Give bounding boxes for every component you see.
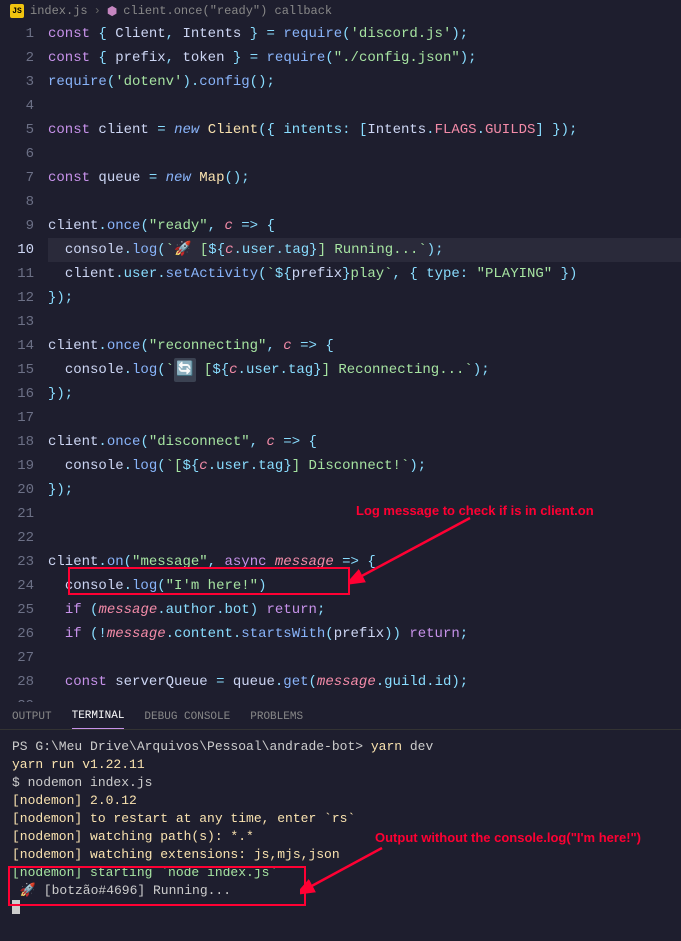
- terminal-line: $ nodemon index.js: [12, 774, 669, 792]
- code-line[interactable]: const client = new Client({ intents: [In…: [48, 118, 681, 142]
- code-line[interactable]: const queue = new Map();: [48, 166, 681, 190]
- code-line[interactable]: [48, 406, 681, 430]
- line-number: 3: [0, 70, 34, 94]
- terminal-line: PS G:\Meu Drive\Arquivos\Pessoal\andrade…: [12, 738, 669, 756]
- code-line[interactable]: const { Client, Intents } = require('dis…: [48, 22, 681, 46]
- line-number: 23: [0, 550, 34, 574]
- code-line[interactable]: [48, 502, 681, 526]
- code-line[interactable]: if (!message.content.startsWith(prefix))…: [48, 622, 681, 646]
- code-line[interactable]: client.user.setActivity(`${prefix}play`,…: [48, 262, 681, 286]
- code-line[interactable]: console.log(`[${c.user.tag}] Disconnect!…: [48, 454, 681, 478]
- code-line[interactable]: });: [48, 478, 681, 502]
- terminal-line: [nodemon] watching path(s): *.*: [12, 828, 669, 846]
- terminal-line: 🚀 [botzão#4696] Running...: [12, 882, 669, 900]
- line-number: 6: [0, 142, 34, 166]
- code-line[interactable]: [48, 190, 681, 214]
- breadcrumb-sep: ›: [94, 4, 101, 18]
- breadcrumb-file[interactable]: index.js: [30, 4, 88, 18]
- line-number: 15: [0, 358, 34, 382]
- code-line[interactable]: [48, 646, 681, 670]
- code-content[interactable]: const { Client, Intents } = require('dis…: [48, 22, 681, 702]
- line-number: 18: [0, 430, 34, 454]
- line-number: 25: [0, 598, 34, 622]
- line-number: 27: [0, 646, 34, 670]
- code-line[interactable]: require('dotenv').config();: [48, 70, 681, 94]
- code-editor[interactable]: 1234567891011121314151617181920212223242…: [0, 22, 681, 702]
- code-line[interactable]: client.once("reconnecting", c => {: [48, 334, 681, 358]
- line-number: 12: [0, 286, 34, 310]
- line-number: 19: [0, 454, 34, 478]
- code-line[interactable]: console.log("I'm here!"): [48, 574, 681, 598]
- code-line[interactable]: client.on("message", async message => {: [48, 550, 681, 574]
- code-line[interactable]: });: [48, 382, 681, 406]
- breadcrumb[interactable]: JS index.js › ⬢ client.once("ready") cal…: [0, 0, 681, 22]
- code-line[interactable]: client.once("disconnect", c => {: [48, 430, 681, 454]
- line-number-gutter: 1234567891011121314151617181920212223242…: [0, 22, 48, 702]
- line-number: 24: [0, 574, 34, 598]
- code-line[interactable]: console.log(`🚀 [${c.user.tag}] Running..…: [48, 238, 681, 262]
- line-number: 22: [0, 526, 34, 550]
- line-number: 17: [0, 406, 34, 430]
- line-number: 7: [0, 166, 34, 190]
- line-number: 8: [0, 190, 34, 214]
- code-line[interactable]: [48, 526, 681, 550]
- panel-tabs: OUTPUT TERMINAL DEBUG CONSOLE PROBLEMS: [0, 702, 681, 730]
- code-line[interactable]: [48, 310, 681, 334]
- code-line[interactable]: console.log(`🔄 [${c.user.tag}] Reconnect…: [48, 358, 681, 382]
- tab-output[interactable]: OUTPUT: [12, 711, 52, 729]
- breadcrumb-method[interactable]: client.once("ready") callback: [123, 4, 332, 18]
- line-number: 5: [0, 118, 34, 142]
- line-number: 26: [0, 622, 34, 646]
- line-number: 9: [0, 214, 34, 238]
- code-line[interactable]: const serverQueue = queue.get(message.gu…: [48, 670, 681, 694]
- line-number: 16: [0, 382, 34, 406]
- line-number: 1: [0, 22, 34, 46]
- tab-debug-console[interactable]: DEBUG CONSOLE: [144, 711, 230, 729]
- code-line[interactable]: client.once("ready", c => {: [48, 214, 681, 238]
- terminal-line: [nodemon] to restart at any time, enter …: [12, 810, 669, 828]
- line-number: 4: [0, 94, 34, 118]
- code-line[interactable]: const { prefix, token } = require("./con…: [48, 46, 681, 70]
- line-number: 2: [0, 46, 34, 70]
- terminal-line: yarn run v1.22.11: [12, 756, 669, 774]
- terminal-line: [nodemon] starting `node index.js`: [12, 864, 669, 882]
- terminal-line: [nodemon] watching extensions: js,mjs,js…: [12, 846, 669, 864]
- line-number: 28: [0, 670, 34, 694]
- line-number: 11: [0, 262, 34, 286]
- line-number: 13: [0, 310, 34, 334]
- terminal-line: [nodemon] 2.0.12: [12, 792, 669, 810]
- code-line[interactable]: [48, 94, 681, 118]
- tab-terminal[interactable]: TERMINAL: [72, 710, 125, 729]
- code-line[interactable]: [48, 142, 681, 166]
- code-line[interactable]: if (message.author.bot) return;: [48, 598, 681, 622]
- line-number: 20: [0, 478, 34, 502]
- line-number: 14: [0, 334, 34, 358]
- js-file-icon: JS: [10, 4, 24, 18]
- line-number: 10: [0, 238, 34, 262]
- method-icon: ⬢: [107, 4, 117, 19]
- terminal-output[interactable]: PS G:\Meu Drive\Arquivos\Pessoal\andrade…: [0, 730, 681, 940]
- tab-problems[interactable]: PROBLEMS: [250, 711, 303, 729]
- code-line[interactable]: });: [48, 286, 681, 310]
- line-number: 21: [0, 502, 34, 526]
